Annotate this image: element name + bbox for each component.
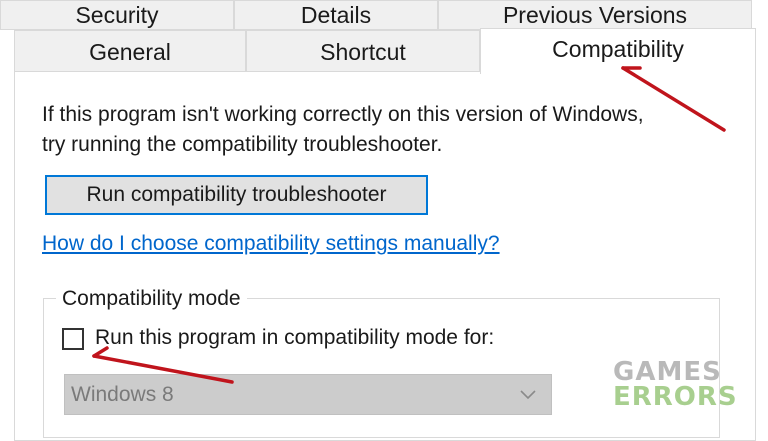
os-version-selected: Windows 8 [71, 383, 174, 406]
watermark-line-2: ERRORS [613, 382, 738, 412]
compatibility-mode-title: Compatibility mode [56, 287, 247, 311]
watermark-logo: GAMES ERRORS [613, 359, 738, 412]
tab-security[interactable]: Security [0, 0, 234, 30]
description-line-2: try running the compatibility troublesho… [42, 133, 443, 156]
tab-shortcut[interactable]: Shortcut [246, 30, 480, 72]
help-link[interactable]: How do I choose compatibility settings m… [42, 232, 500, 256]
description-line-1: If this program isn't working correctly … [42, 103, 644, 126]
tab-compatibility[interactable]: Compatibility [480, 28, 756, 74]
chevron-down-icon [520, 390, 536, 400]
tab-general[interactable]: General [14, 30, 246, 72]
compatibility-mode-checkbox[interactable] [62, 328, 84, 350]
compatibility-mode-checkbox-label[interactable]: Run this program in compatibility mode f… [95, 326, 494, 350]
os-version-select[interactable]: Windows 8 [64, 374, 552, 415]
tab-previous-versions[interactable]: Previous Versions [438, 0, 752, 30]
tab-details[interactable]: Details [234, 0, 438, 30]
run-troubleshooter-button[interactable]: Run compatibility troubleshooter [45, 175, 428, 215]
description-text: If this program isn't working correctly … [42, 100, 644, 160]
